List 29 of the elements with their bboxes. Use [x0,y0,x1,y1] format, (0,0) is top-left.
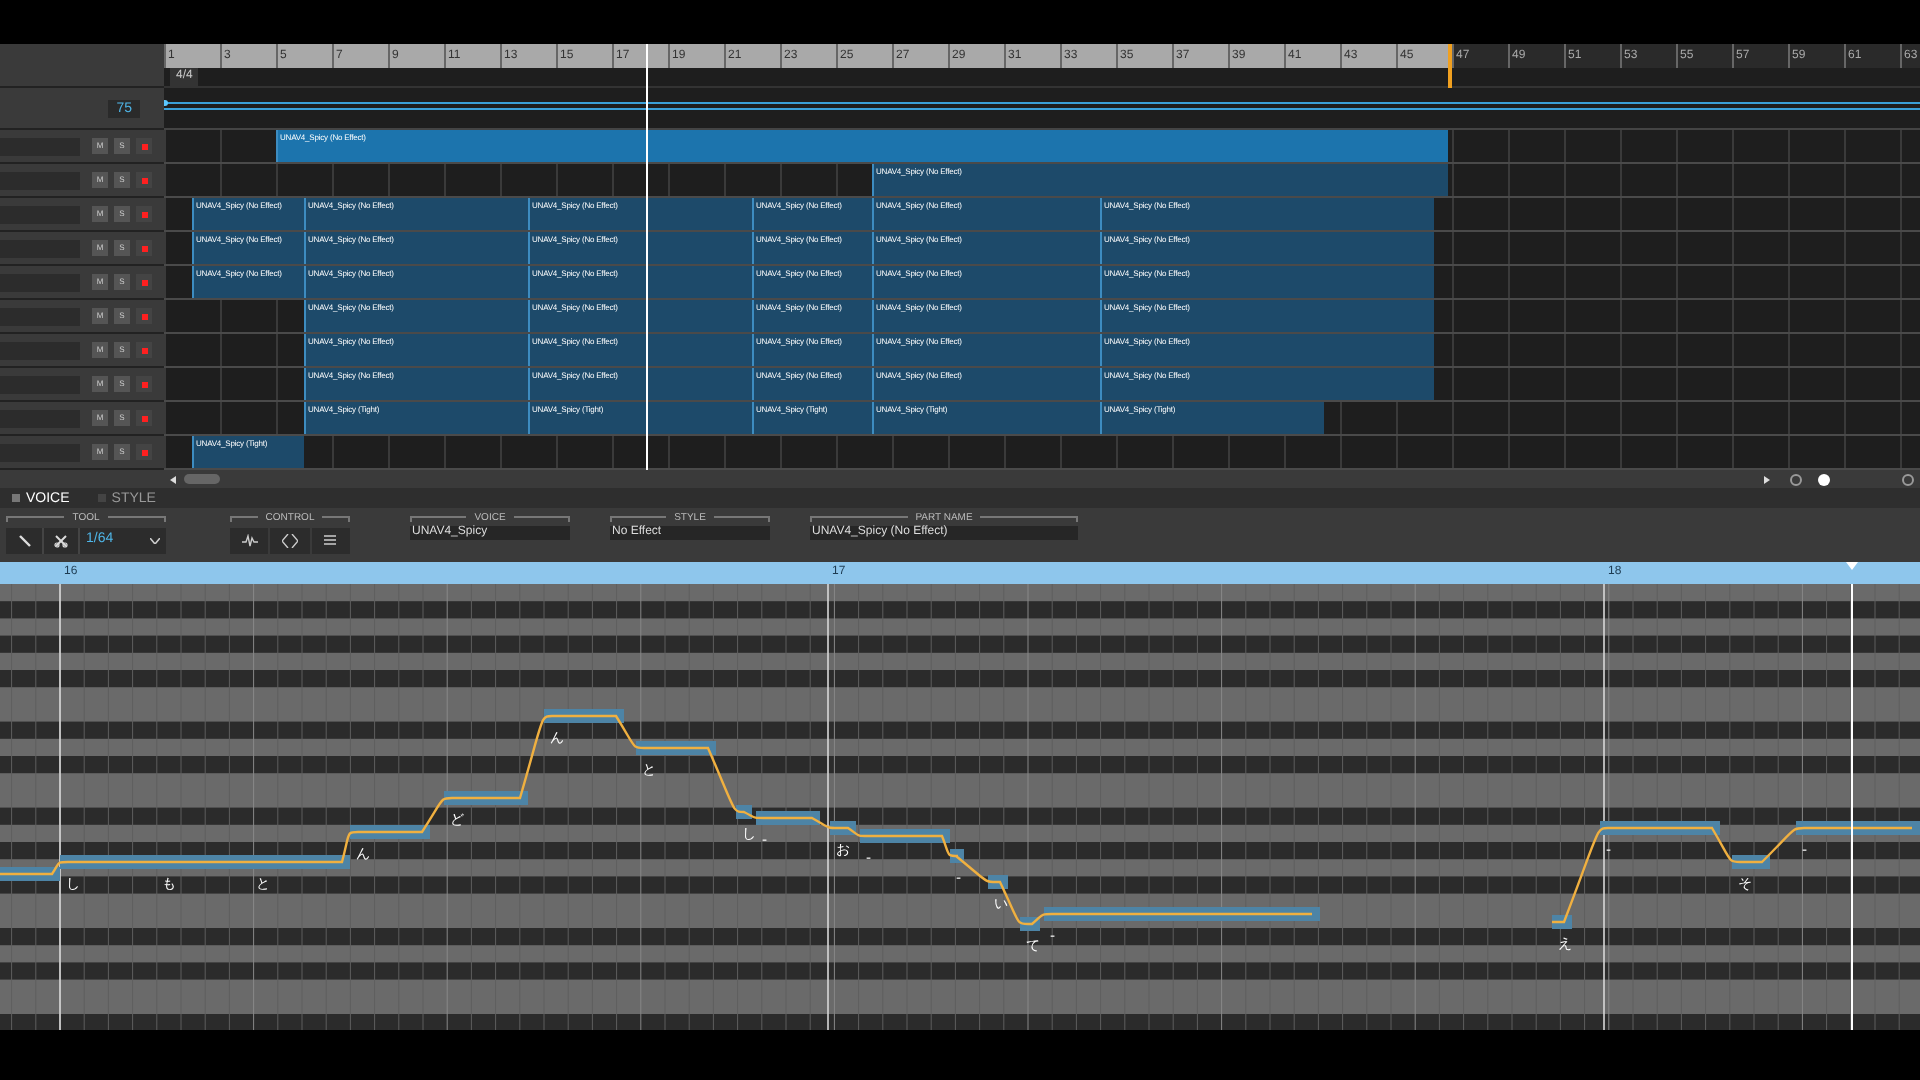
zoom-out-icon[interactable] [1790,473,1802,485]
record-button[interactable] [136,308,152,324]
pen-icon [17,534,31,548]
record-button[interactable] [136,410,152,426]
zoom-in-icon[interactable] [1902,473,1914,485]
caret-icon [150,538,160,544]
pen-tool-button[interactable] [6,528,42,554]
scissors-button[interactable] [42,528,78,554]
lines-icon [322,534,339,548]
brackets-icon [281,534,298,548]
scissors-icon [54,534,68,548]
record-button[interactable] [136,206,152,222]
scrollbar-thumb[interactable] [184,474,220,484]
loop-end-marker[interactable] [1448,44,1452,88]
record-button[interactable] [136,444,152,460]
record-button[interactable] [136,342,152,358]
wave-icon [241,534,258,548]
record-button[interactable] [136,274,152,290]
record-button[interactable] [136,240,152,256]
lines-button[interactable] [311,528,350,554]
brackets-button[interactable] [270,528,310,554]
record-button[interactable] [136,138,152,154]
vibrato-button[interactable] [230,528,269,554]
pitch-curve[interactable] [0,714,1914,926]
loop-region[interactable] [164,44,1448,68]
zoom-slider-thumb[interactable] [1818,473,1830,485]
record-button[interactable] [136,172,152,188]
record-button[interactable] [136,376,152,392]
playhead-marker-icon[interactable] [1846,562,1858,570]
